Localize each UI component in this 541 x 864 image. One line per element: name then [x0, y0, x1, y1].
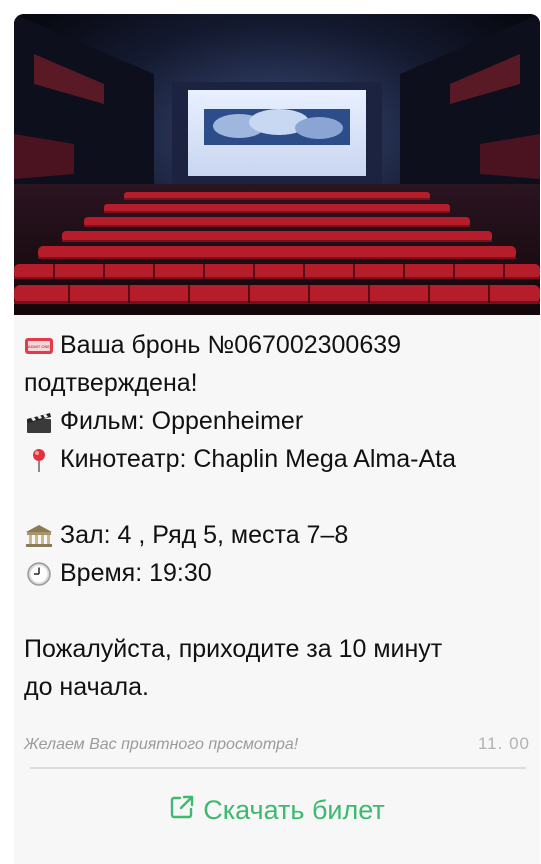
booking-message: ADMIT ONE Ваша бронь №067002300639 подтв…	[24, 326, 536, 706]
cinema-hall-image[interactable]	[14, 14, 540, 315]
time-text: Время: 19:30	[60, 559, 212, 587]
svg-text:ADMIT ONE: ADMIT ONE	[28, 344, 50, 349]
message-timestamp: 11. 00	[477, 734, 530, 753]
wish-note: Желаем Вас приятного просмотра!	[24, 736, 299, 753]
clock-icon	[24, 560, 54, 586]
hall-line: Зал: 4 , Ряд 5, места 7–8	[24, 516, 536, 554]
film-line: Фильм: Oppenheimer	[24, 402, 536, 440]
cinema-text: Кинотеатр: Chaplin Mega Alma-Ata	[60, 445, 456, 473]
download-ticket-label: Скачать билет	[203, 794, 385, 825]
external-link-icon	[169, 794, 195, 827]
booking-number-text: Ваша бронь №067002300639	[60, 331, 402, 359]
clapper-icon	[24, 408, 54, 434]
divider	[30, 767, 526, 769]
download-ticket-button[interactable]: Скачать билет	[14, 792, 540, 828]
ticket-icon: ADMIT ONE	[24, 332, 54, 358]
booking-line: ADMIT ONE Ваша бронь №067002300639	[24, 326, 536, 364]
arrive-text-2: до начала.	[24, 673, 149, 701]
confirmed-line: подтверждена!	[24, 364, 536, 402]
arrive-line-2: до начала.	[24, 668, 536, 706]
hall-text: Зал: 4 , Ряд 5, места 7–8	[60, 521, 349, 549]
message-card: ADMIT ONE Ваша бронь №067002300639 подтв…	[14, 14, 540, 864]
arrive-text-1: Пожалуйста, приходите за 10 минут	[24, 635, 443, 663]
arrive-line-1: Пожалуйста, приходите за 10 минут	[24, 630, 536, 668]
message-footer: Желаем Вас приятного просмотра! 11. 00	[24, 734, 530, 758]
cinema-line: Кинотеатр: Chaplin Mega Alma-Ata	[24, 440, 536, 478]
confirmed-text: подтверждена!	[24, 369, 198, 397]
film-text: Фильм: Oppenheimer	[60, 407, 304, 435]
time-line: Время: 19:30	[24, 554, 536, 592]
cinema-hall-picture	[14, 14, 540, 315]
pin-icon	[24, 446, 54, 472]
classical-building-icon	[24, 522, 54, 548]
